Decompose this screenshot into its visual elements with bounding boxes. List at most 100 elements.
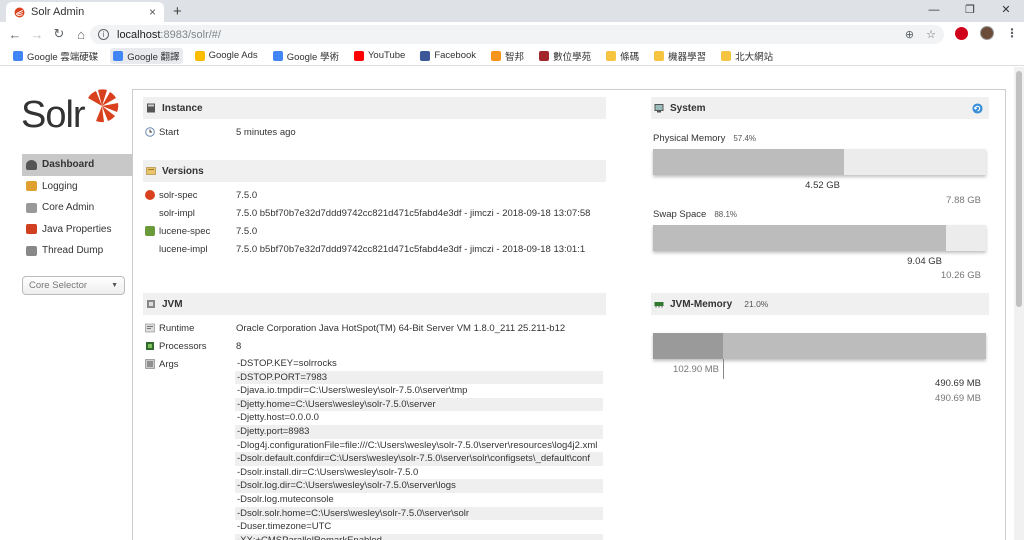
jvm-arg: -Djava.io.tmpdir=C:\Users\wesley\solr-7.… — [237, 385, 468, 397]
jvm-arg: -Djetty.port=8983 — [235, 424, 603, 439]
swap-space-pct: 88.1% — [714, 210, 738, 219]
jvm-header: JVM — [143, 293, 606, 315]
start-label: Start — [159, 126, 180, 138]
profile-avatar[interactable] — [980, 26, 994, 40]
sidebar-item-java-properties[interactable]: Java Properties — [22, 219, 132, 241]
swap-space-bar — [653, 225, 986, 251]
version-value: 7.5.0 — [236, 225, 258, 237]
jvm-arg: -Dsolr.install.dir=C:\Users\wesley\solr-… — [237, 466, 419, 478]
instance-icon — [147, 103, 155, 113]
bookmark-icon — [272, 50, 283, 61]
bookmark-label: Google Ads — [208, 50, 258, 61]
version-value: 7.5.0 b5bf70b7e32d7ddd9742cc821d471c5fab… — [236, 207, 591, 219]
bookmark-item[interactable]: 北大網站 — [718, 48, 776, 64]
zoom-icon[interactable]: ⊕ — [905, 28, 914, 41]
bookmark-item[interactable]: Google 雲端硬碟 — [10, 48, 101, 64]
jvm-memory-header: JVM-Memory 21.0% — [651, 293, 989, 315]
bookmark-item[interactable]: 機器學習 — [651, 48, 709, 64]
bookmark-label: 數位學苑 — [553, 51, 592, 63]
version-key: lucene-impl — [159, 243, 208, 255]
bookmark-item[interactable]: 條碼 — [603, 48, 642, 64]
jvm-processors-row: Processors 8 — [145, 339, 605, 353]
processors-value: 8 — [236, 340, 242, 352]
sidebar-item-core-admin[interactable]: Core Admin — [22, 197, 132, 219]
browser-tabstrip: Solr Admin × + — ❐ ✕ — [0, 0, 1024, 22]
bookmark-item[interactable]: Google Ads — [192, 49, 261, 62]
system-title: System — [670, 102, 706, 114]
versions-icon — [146, 167, 156, 175]
refresh-icon[interactable] — [972, 103, 983, 114]
forward-icon[interactable]: → — [26, 27, 48, 42]
jvm-arg: -Djetty.host=0.0.0.0 — [237, 412, 319, 424]
close-window-icon[interactable]: ✕ — [988, 0, 1024, 22]
jvm-memory-max: 490.69 MB — [935, 393, 981, 404]
bookmark-label: Google 學術 — [286, 51, 339, 63]
bookmark-label: Google 雲端硬碟 — [27, 51, 99, 63]
page-scrollbar[interactable] — [1014, 67, 1024, 540]
home-icon[interactable]: ⌂ — [70, 27, 92, 42]
bookmark-item[interactable]: 數位學苑 — [536, 48, 594, 64]
sidebar-item-label: Thread Dump — [42, 245, 104, 257]
sidebar-item-dashboard[interactable]: Dashboard — [22, 154, 132, 176]
spacer-icon — [145, 208, 155, 218]
jvm-arg: -Duser.timezone=UTC — [237, 521, 332, 533]
processors-label: Processors — [159, 340, 207, 352]
browser-menu-icon[interactable]: ⋮ — [1006, 26, 1018, 40]
bookmark-icon — [491, 50, 502, 61]
sidebar-item-thread-dump[interactable]: Thread Dump — [22, 240, 132, 262]
jvm-arg: -Dsolr.log.muteconsole — [237, 493, 334, 505]
spacer-icon — [145, 244, 155, 254]
core-selector[interactable]: Core Selector ▼ — [22, 276, 125, 295]
reload-icon[interactable]: ↻ — [48, 26, 70, 42]
scrollbar-thumb[interactable] — [1016, 71, 1022, 307]
bookmark-label: 北大網站 — [735, 51, 774, 63]
thread-icon — [26, 245, 37, 256]
browser-tab[interactable]: Solr Admin × — [6, 2, 164, 22]
back-icon[interactable]: ← — [4, 27, 26, 42]
solr-logo-text: Solr — [21, 94, 86, 136]
sidebar-item-label: Logging — [42, 180, 78, 192]
bookmark-item[interactable]: Facebook — [417, 49, 479, 62]
swap-space-label: Swap Space 88.1% — [653, 209, 738, 220]
bookmark-icon — [654, 50, 665, 61]
sidebar-item-logging[interactable]: Logging — [22, 176, 132, 198]
physical-memory-used-fill — [653, 149, 845, 175]
url-host: localhost — [117, 28, 161, 41]
instance-title: Instance — [162, 102, 203, 114]
bookmarks-bar: Google 雲端硬碟 Google 翻譯 Google Ads Google 學術 Y… — [0, 46, 1024, 66]
args-label: Args — [159, 358, 179, 370]
system-header: System — [651, 97, 989, 119]
bookmark-label: YouTube — [367, 50, 406, 61]
physical-memory-used: 4.52 GB — [805, 180, 840, 191]
extension-icon[interactable] — [955, 26, 968, 40]
clock-icon — [145, 127, 155, 137]
runtime-icon — [145, 323, 155, 333]
window-controls: — ❐ ✕ — [916, 0, 1024, 22]
bookmark-icon — [420, 50, 431, 61]
sidebar-item-label: Dashboard — [42, 159, 95, 171]
system-icon — [654, 104, 664, 113]
jvm-arg: -Dlog4j.configurationFile=file:///C:\Use… — [237, 439, 598, 451]
minimize-icon[interactable]: — — [916, 0, 952, 22]
solr-icon — [145, 190, 155, 200]
bookmark-icon — [113, 50, 124, 61]
jvm-memory-bar — [653, 333, 986, 359]
new-tab-button[interactable]: + — [173, 3, 182, 20]
version-value: 7.5.0 b5bf70b7e32d7ddd9742cc821d471c5fab… — [236, 243, 586, 255]
bookmark-item[interactable]: 智邦 — [488, 48, 527, 64]
bookmark-star-icon[interactable]: ☆ — [926, 28, 936, 41]
address-bar[interactable]: i localhost:8983/solr/#/ ⊕ ☆ — [90, 25, 944, 44]
sidebar-item-label: Java Properties — [42, 223, 112, 235]
url-path: :8983/solr/#/ — [160, 28, 221, 41]
maximize-icon[interactable]: ❐ — [952, 0, 988, 22]
version-value: 7.5.0 — [236, 189, 258, 201]
close-tab-icon[interactable]: × — [149, 5, 156, 19]
bookmark-item[interactable]: YouTube — [351, 49, 408, 62]
site-info-icon[interactable]: i — [98, 29, 109, 40]
bookmark-item[interactable]: Google 翻譯 — [110, 47, 183, 64]
physical-memory-label: Physical Memory 57.4% — [653, 133, 757, 144]
bookmark-icon — [539, 50, 550, 61]
java-icon — [26, 224, 37, 235]
bookmark-icon — [721, 50, 732, 61]
bookmark-item[interactable]: Google 學術 — [270, 48, 342, 64]
